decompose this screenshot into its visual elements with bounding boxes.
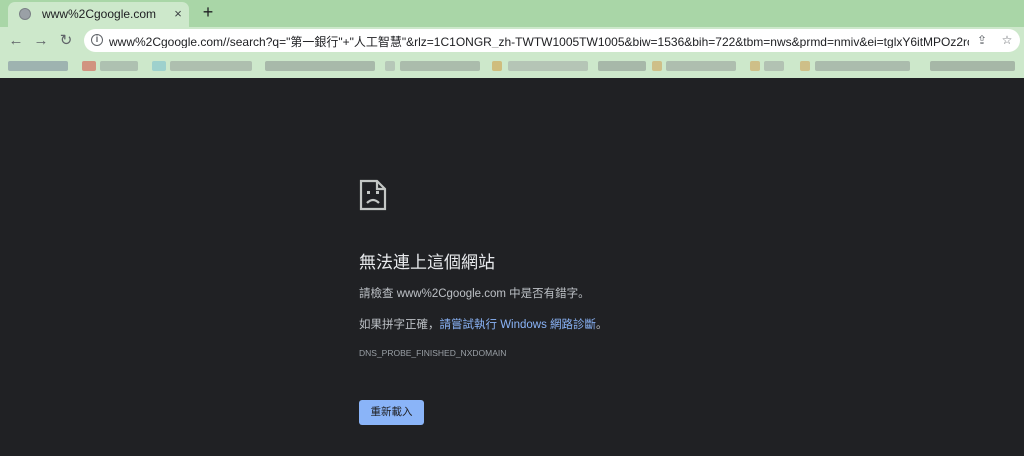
error-page: 無法連上這個網站 請檢查 www%2Cgoogle.com 中是否有錯字。 如果… <box>0 78 1024 456</box>
globe-icon <box>19 8 31 20</box>
tab-title: www%2Cgoogle.com <box>42 7 157 21</box>
check-message: 請檢查 www%2Cgoogle.com 中是否有錯字。 <box>359 288 590 300</box>
bookmark-item[interactable] <box>598 61 646 71</box>
bookmark-item[interactable] <box>8 61 68 71</box>
share-icon[interactable]: ⇪ <box>973 31 991 49</box>
diagnostics-link[interactable]: 請嘗試執行 Windows 網路診斷 <box>440 319 597 331</box>
bookmark-item[interactable] <box>508 61 588 71</box>
forward-button[interactable]: → <box>31 31 51 51</box>
reload-page-button[interactable]: 重新載入 <box>359 400 424 425</box>
close-icon[interactable]: × <box>170 6 186 22</box>
spelling-prefix: 如果拼字正確， <box>359 319 440 331</box>
bookmark-item[interactable] <box>82 61 96 71</box>
info-icon[interactable]: i <box>91 34 103 46</box>
new-tab-button[interactable]: + <box>198 2 218 22</box>
error-title: 無法連上這個網站 <box>359 253 495 272</box>
bookmark-item[interactable] <box>100 61 138 71</box>
tab-active[interactable]: www%2Cgoogle.com × <box>8 2 189 27</box>
bookmark-item[interactable] <box>152 61 166 71</box>
bookmark-item[interactable] <box>764 61 784 71</box>
address-bar[interactable]: i www%2Cgoogle.com//search?q="第一銀行"+"人工智… <box>84 29 1020 52</box>
bookmark-item[interactable] <box>265 61 375 71</box>
error-code: DNS_PROBE_FINISHED_NXDOMAIN <box>359 348 507 358</box>
back-button[interactable]: ← <box>6 31 26 51</box>
bookmark-star-icon[interactable]: ☆ <box>998 31 1016 49</box>
bookmark-item[interactable] <box>666 61 736 71</box>
bookmarks-bar <box>0 54 1024 78</box>
bookmark-item[interactable] <box>930 61 1015 71</box>
url-text[interactable]: www%2Cgoogle.com//search?q="第一銀行"+"人工智慧"… <box>109 33 969 48</box>
bookmark-item[interactable] <box>815 61 910 71</box>
bookmark-item[interactable] <box>385 61 395 71</box>
bookmark-item[interactable] <box>750 61 760 71</box>
toolbar: ← → ↻ i www%2Cgoogle.com//search?q="第一銀行… <box>0 27 1024 54</box>
bookmark-item[interactable] <box>652 61 662 71</box>
bookmark-item[interactable] <box>492 61 502 71</box>
sad-document-icon <box>359 179 387 211</box>
spelling-suffix: 。 <box>596 319 608 331</box>
bookmark-item[interactable] <box>170 61 252 71</box>
spelling-message: 如果拼字正確，請嘗試執行 Windows 網路診斷。 <box>359 316 608 332</box>
reload-button[interactable]: ↻ <box>56 31 76 51</box>
bookmark-item[interactable] <box>400 61 480 71</box>
tab-strip: www%2Cgoogle.com × + <box>0 0 1024 27</box>
bookmark-item[interactable] <box>800 61 810 71</box>
